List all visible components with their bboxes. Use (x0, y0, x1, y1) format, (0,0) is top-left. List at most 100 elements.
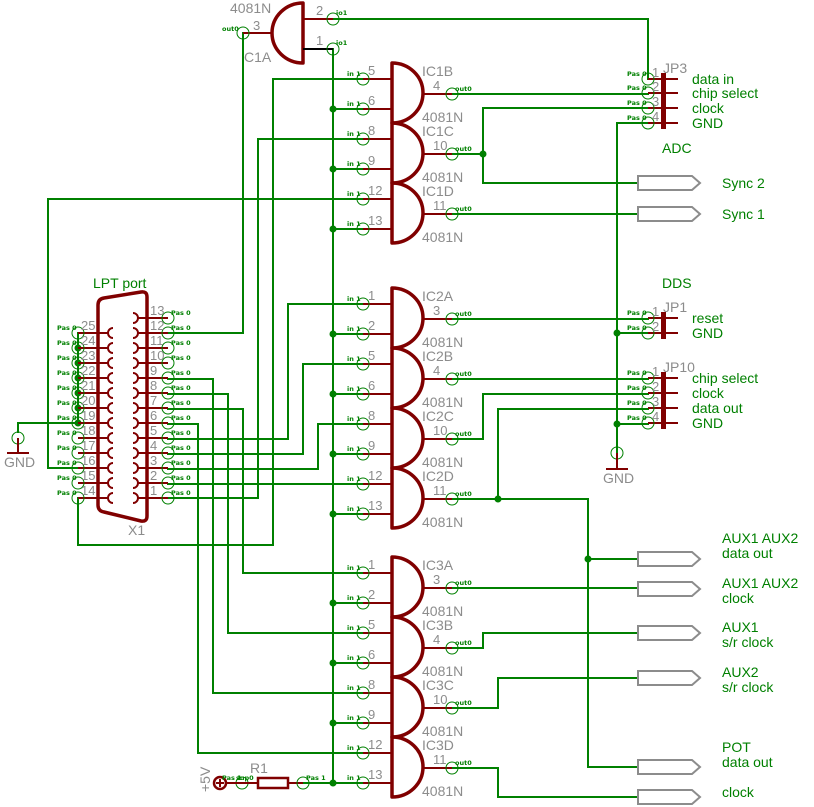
pin-tag: sup0 (236, 774, 254, 782)
pin-number: 13 (150, 303, 164, 318)
pin-number: 21 (81, 378, 95, 393)
pin-tag: Pas 0 (57, 474, 77, 482)
contact (132, 312, 139, 324)
connector-ref: X1 (128, 522, 145, 538)
gate-name: IC1B (422, 63, 453, 79)
and-gate-body (390, 61, 425, 125)
pin-number: 10 (433, 692, 447, 707)
pin-tag: out0 (455, 759, 472, 767)
junction-dot (613, 329, 621, 337)
pin-number: 3 (150, 453, 157, 468)
contact (107, 342, 114, 354)
pin-tag: Pas 0 (171, 444, 191, 452)
pin-number: 4 (433, 363, 440, 378)
gate-name: IC3D (422, 737, 454, 753)
pin-number: 5 (368, 348, 375, 363)
output-port (637, 551, 702, 567)
pin-number: 6 (150, 408, 157, 423)
contact (107, 432, 114, 444)
pin-number: 12 (368, 737, 382, 752)
pin-number: 1 (652, 65, 659, 80)
header-ref: JP3 (663, 60, 687, 76)
contact (107, 327, 114, 339)
pin-number: 9 (150, 363, 157, 378)
pin-number: 11 (433, 198, 447, 213)
gate-name: IC3A (422, 557, 454, 573)
junction-dot (584, 555, 592, 563)
gate-name: IC2C (422, 408, 454, 424)
pin-tag: Pas 0 (57, 354, 77, 362)
pin-number: 1 (368, 288, 375, 303)
contact (132, 417, 139, 429)
pin-number: 25 (81, 318, 95, 333)
pin-number: 1 (652, 364, 659, 379)
pin-tag: in 1 (347, 385, 361, 393)
schematic: IC1B4081N564in 1in 1out0IC1C4081N8910in … (4, 0, 798, 805)
junction-dot (329, 659, 337, 667)
pin-number: 2 (652, 79, 659, 94)
pin-tag: Pas 0 (627, 99, 647, 107)
wire (451, 632, 639, 649)
pin-tag: Pas 0 (171, 474, 191, 482)
contact (107, 447, 114, 459)
pin-number: 1 (652, 304, 659, 319)
and-gate-body (390, 406, 425, 470)
gate-part-number: 4081N (422, 229, 463, 245)
signal-label: data out (692, 400, 743, 416)
pin-tag: Pas 0 (627, 114, 647, 122)
signal-label: chip select (692, 370, 758, 386)
pin-tag: in 1 (347, 130, 361, 138)
pin-number: 10 (433, 423, 447, 438)
pin-number: 1 (150, 483, 157, 498)
contact (107, 357, 114, 369)
output-port (637, 175, 702, 191)
gate-part-number: 4081N (230, 0, 271, 16)
pin-tag: out0 (455, 310, 472, 318)
pin-tag: out0 (455, 145, 472, 153)
pin-number: 9 (368, 707, 375, 722)
pin-number: 11 (433, 483, 447, 498)
junction-dot (329, 390, 337, 398)
pin-number: 1 (316, 33, 323, 48)
header-bar (661, 73, 666, 129)
gate-name: IC2B (422, 348, 453, 364)
contact (132, 477, 139, 489)
pin-tag: in 1 (347, 100, 361, 108)
contact (107, 387, 114, 399)
pin-tag: Pas 0 (171, 309, 191, 317)
contact (107, 492, 114, 504)
port-label: clock (722, 590, 755, 606)
pin-number: 4 (652, 409, 659, 424)
and-gate-body (390, 466, 425, 530)
junction-dot (494, 495, 502, 503)
pin-number: 6 (368, 93, 375, 108)
pin-tag: Pas 0 (57, 324, 77, 332)
pin-tag: in 1 (347, 415, 361, 423)
junction-dot (613, 420, 621, 428)
pin-number: 6 (368, 647, 375, 662)
junction-dot (329, 330, 337, 338)
pin-tag: in 1 (347, 445, 361, 453)
wire (77, 78, 364, 546)
pin-tag: in 1 (347, 624, 361, 632)
pin-number: 2 (652, 319, 659, 334)
output-port (637, 789, 702, 805)
and-gate-body (390, 735, 425, 799)
pin-tag: Pas 0 (627, 309, 647, 317)
gate-name: IC3C (422, 677, 454, 693)
pin-tag: in 1 (347, 475, 361, 483)
pin-number: 3 (433, 303, 440, 318)
pin-number: 4 (652, 109, 659, 124)
pin-number: 20 (81, 393, 95, 408)
port-label: clock (722, 784, 755, 800)
db25-connector-body (96, 290, 149, 523)
pin-number: 4 (150, 438, 157, 453)
signal-label: reset (692, 310, 723, 326)
output-port (637, 581, 702, 597)
contact (132, 327, 139, 339)
junction-dot (329, 450, 337, 458)
pin-number: 9 (368, 438, 375, 453)
junction-dot (329, 225, 337, 233)
gate-part-number: 4081N (422, 514, 463, 530)
pin-number: 12 (368, 468, 382, 483)
